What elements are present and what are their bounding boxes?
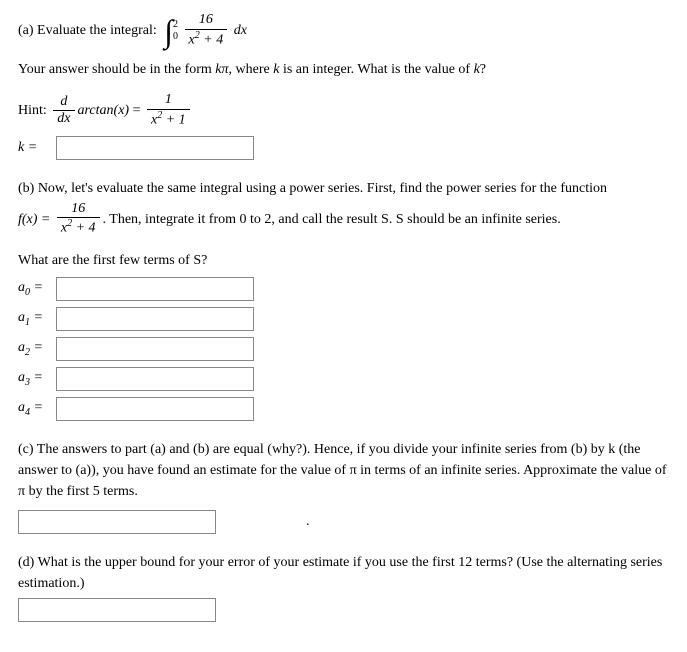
fx-label: f(x) = [18, 211, 54, 226]
a1-row: a1 = [18, 307, 669, 331]
upper-limit: 2 [173, 19, 178, 30]
a2-label: a2 = [18, 337, 56, 360]
pi-estimate-input[interactable] [18, 510, 216, 534]
a0-label: a0 = [18, 277, 56, 300]
dx: dx [234, 23, 247, 38]
k-input[interactable] [56, 136, 254, 160]
part-b-p2: . Then, integrate it from 0 to 2, and ca… [103, 211, 561, 226]
a0-input[interactable] [56, 277, 254, 301]
fx-fraction: 16 x2 + 4 [57, 201, 100, 238]
integral-expression: ∫20 16 x2 + 4 dx [164, 12, 247, 49]
part-a-line2: Your answer should be in the form kπ, wh… [18, 59, 669, 80]
part-c: (c) The answers to part (a) and (b) are … [18, 439, 669, 534]
part-b-q: What are the first few terms of S? [18, 250, 669, 271]
integrand-den: x2 + 4 [185, 30, 228, 49]
c-dot: . [306, 511, 310, 532]
lower-limit: 0 [173, 31, 178, 42]
a4-label: a4 = [18, 397, 56, 420]
a3-input[interactable] [56, 367, 254, 391]
a1-label: a1 = [18, 307, 56, 330]
part-d-text: (d) What is the upper bound for your err… [18, 552, 669, 594]
part-b-p1: (b) Now, let's evaluate the same integra… [18, 178, 669, 199]
part-a-prompt: (a) Evaluate the integral: [18, 23, 157, 38]
hint-ddx: d dx [53, 94, 74, 129]
part-d: (d) What is the upper bound for your err… [18, 552, 669, 622]
hint-equals: = [129, 103, 144, 118]
a2-row: a2 = [18, 337, 669, 361]
k-label: k = [18, 137, 56, 158]
integrand-fraction: 16 x2 + 4 [185, 12, 228, 49]
error-bound-input[interactable] [18, 598, 216, 622]
a3-label: a3 = [18, 367, 56, 390]
hint-line: Hint: d dx arctan(x) = 1 x2 + 1 [18, 92, 669, 129]
a2-input[interactable] [56, 337, 254, 361]
k-row: k = [18, 136, 669, 160]
integral-sign-icon: ∫ [164, 15, 173, 47]
part-c-text: (c) The answers to part (a) and (b) are … [18, 439, 669, 502]
integrand-num: 16 [185, 12, 228, 30]
hint-label: Hint: [18, 103, 50, 118]
part-b: (b) Now, let's evaluate the same integra… [18, 178, 669, 421]
d-input-row [18, 598, 669, 622]
a4-row: a4 = [18, 397, 669, 421]
integral-limits: 20 [173, 19, 178, 43]
part-a-line1: (a) Evaluate the integral: ∫20 16 x2 + 4… [18, 12, 669, 49]
part-b-fx-line: f(x) = 16 x2 + 4 . Then, integrate it fr… [18, 201, 669, 238]
part-a: (a) Evaluate the integral: ∫20 16 x2 + 4… [18, 12, 669, 160]
hint-rhs: 1 x2 + 1 [147, 92, 190, 129]
c-input-row: . [18, 510, 669, 534]
a4-input[interactable] [56, 397, 254, 421]
a0-row: a0 = [18, 277, 669, 301]
a1-input[interactable] [56, 307, 254, 331]
a3-row: a3 = [18, 367, 669, 391]
hint-arctan: arctan(x) [78, 103, 130, 118]
